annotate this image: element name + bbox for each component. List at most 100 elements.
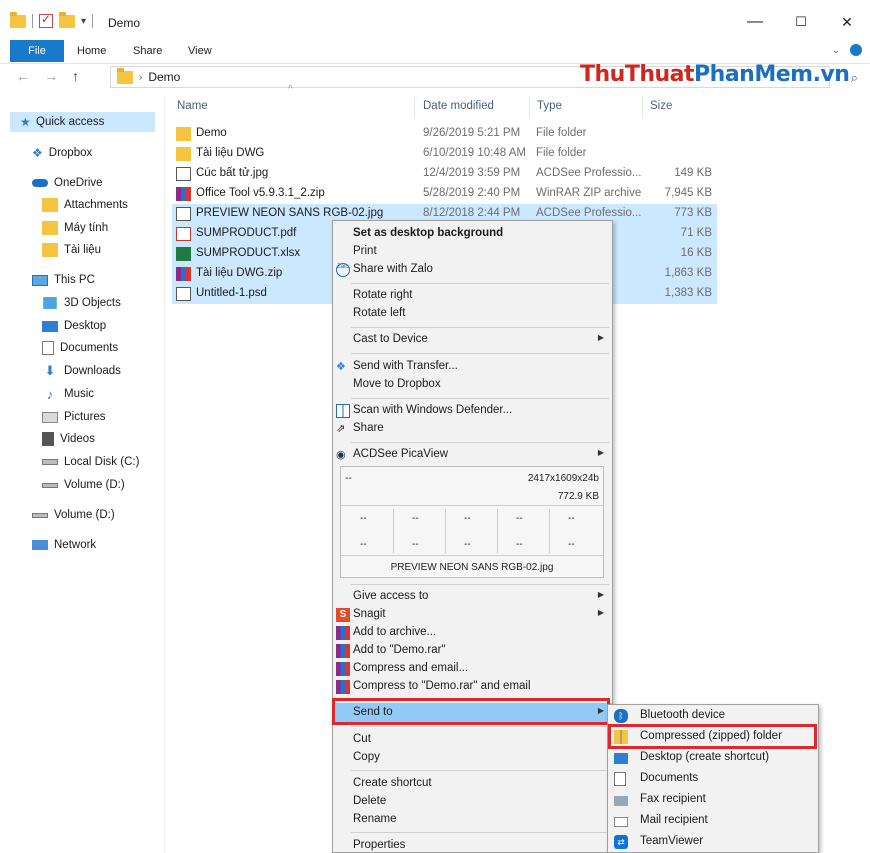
expand-ribbon-icon[interactable]: ⌄ — [832, 45, 840, 56]
menu-add-to-demo-rar[interactable]: Add to "Demo.rar" — [333, 641, 612, 661]
menu-print[interactable]: Print — [333, 242, 612, 262]
file-row[interactable]: Cúc bất tử.jpg 12/4/2019 3:59 PM ACDSee … — [172, 164, 717, 184]
column-header-type[interactable]: Type — [537, 100, 562, 112]
menu-label: Properties — [353, 839, 406, 851]
nav-attachments[interactable]: Attachments — [42, 195, 128, 215]
breadcrumb-demo[interactable]: Demo — [148, 70, 180, 84]
menu-acdsee-picaview[interactable]: ◉ ACDSee PicaView ▶ — [333, 445, 612, 465]
properties-icon[interactable] — [39, 12, 53, 28]
sendto-mail[interactable]: Mail recipient — [608, 811, 818, 832]
column-header-size[interactable]: Size — [650, 100, 672, 112]
nav-onedrive[interactable]: OneDrive — [32, 173, 103, 193]
maximize-button[interactable]: ☐ — [778, 10, 824, 34]
menu-copy[interactable]: Copy — [333, 748, 612, 768]
menu-compress-and-email[interactable]: Compress and email... — [333, 659, 612, 679]
menu-properties[interactable]: Properties — [333, 836, 612, 853]
minimize-button[interactable]: — — [732, 10, 778, 34]
preview-filename: PREVIEW NEON SANS RGB-02.jpg — [390, 562, 554, 573]
sendto-documents[interactable]: Documents — [608, 769, 818, 790]
video-icon — [42, 432, 54, 446]
menu-share-with-zalo[interactable]: Zalo Share with Zalo — [333, 260, 612, 280]
menu-move-to-dropbox[interactable]: Move to Dropbox — [333, 375, 612, 395]
nav-volume-d-2[interactable]: Volume (D:) — [32, 505, 115, 525]
menu-delete[interactable]: Delete — [333, 792, 612, 812]
menu-rotate-right[interactable]: Rotate right — [333, 286, 612, 306]
menu-rename[interactable]: Rename — [333, 810, 612, 830]
preview-cell: -- — [360, 513, 367, 524]
menu-label: Compress and email... — [353, 662, 469, 674]
nav-label: Documents — [60, 342, 119, 354]
nav-volume-d[interactable]: Volume (D:) — [42, 475, 125, 495]
tab-share[interactable]: Share — [133, 40, 162, 62]
help-icon[interactable] — [850, 44, 862, 56]
nav-3d-objects[interactable]: 3D Objects — [42, 293, 121, 313]
menu-divider — [351, 442, 609, 443]
menu-label: Share — [353, 422, 384, 434]
sendto-teamviewer[interactable]: ⇄ TeamViewer — [608, 832, 818, 853]
menu-snagit[interactable]: S Snagit ▶ — [333, 605, 612, 625]
column-divider[interactable] — [529, 96, 530, 118]
nav-this-pc[interactable]: This PC — [32, 270, 95, 290]
file-date: 12/4/2019 3:59 PM — [423, 167, 521, 179]
file-row[interactable]: Tài liệu DWG 6/10/2019 10:48 AM File fol… — [172, 144, 717, 164]
nav-local-disk-c[interactable]: Local Disk (C:) — [42, 452, 139, 472]
column-header-date[interactable]: Date modified — [423, 100, 494, 112]
menu-compress-to-demo-rar-email[interactable]: Compress to "Demo.rar" and email — [333, 677, 612, 697]
menu-share[interactable]: ⇗ Share — [333, 419, 612, 439]
new-folder-icon[interactable] — [59, 11, 75, 28]
menu-label: Send with Transfer... — [353, 360, 458, 372]
nav-network[interactable]: Network — [32, 535, 96, 555]
nav-quick-access[interactable]: ★ Quick access — [10, 112, 155, 132]
nav-dropbox[interactable]: ❖ Dropbox — [32, 143, 92, 163]
watermark-part1: ThuThuat — [580, 62, 695, 87]
menu-cast-to-device[interactable]: Cast to Device ▶ — [333, 330, 612, 350]
menu-label: Desktop (create shortcut) — [640, 751, 770, 763]
column-divider[interactable] — [642, 96, 643, 118]
sendto-fax[interactable]: Fax recipient — [608, 790, 818, 811]
cube-icon — [43, 297, 57, 309]
preview-cell: -- — [516, 539, 523, 550]
breadcrumb-separator[interactable]: › — [139, 72, 142, 83]
menu-add-to-archive[interactable]: Add to archive... — [333, 623, 612, 643]
drive-icon — [42, 482, 58, 488]
file-row[interactable]: Office Tool v5.9.3.1_2.zip 5/28/2019 2:4… — [172, 184, 717, 204]
file-name: Tài liệu DWG.zip — [196, 267, 283, 279]
menu-give-access-to[interactable]: Give access to ▶ — [333, 587, 612, 607]
nav-pictures[interactable]: Pictures — [42, 407, 106, 427]
nav-label: Volume (D:) — [54, 509, 115, 521]
nav-documents[interactable]: Documents — [42, 338, 118, 358]
nav-music[interactable]: ♪ Music — [42, 384, 94, 404]
back-icon[interactable]: ← — [16, 68, 30, 84]
highlight-send-to — [332, 698, 610, 725]
nav-tai-lieu[interactable]: Tài liệu — [42, 240, 101, 260]
tab-home[interactable]: Home — [77, 40, 106, 62]
nav-may-tinh[interactable]: Máy tính — [42, 218, 108, 238]
menu-label: Move to Dropbox — [353, 378, 441, 390]
menu-create-shortcut[interactable]: Create shortcut — [333, 774, 612, 794]
file-date: 8/12/2018 2:44 PM — [423, 207, 521, 219]
menu-label: ACDSee PicaView — [353, 448, 449, 460]
menu-rotate-left[interactable]: Rotate left — [333, 304, 612, 324]
menu-send-with-transfer[interactable]: ❖ Send with Transfer... — [333, 357, 612, 377]
menu-cut[interactable]: Cut — [333, 730, 612, 750]
divider — [445, 509, 446, 553]
nav-label: Attachments — [64, 199, 128, 211]
nav-videos[interactable]: Videos — [42, 429, 95, 449]
file-row[interactable]: Demo 9/26/2019 5:21 PM File folder — [172, 124, 717, 144]
column-divider[interactable] — [414, 96, 415, 118]
nav-desktop[interactable]: Desktop — [42, 316, 106, 336]
fax-icon — [614, 796, 628, 806]
column-header-name[interactable]: Name — [177, 100, 208, 112]
sendto-desktop[interactable]: Desktop (create shortcut) — [608, 748, 818, 769]
menu-set-desktop-background[interactable]: Set as desktop background — [333, 224, 612, 244]
tab-view[interactable]: View — [188, 40, 212, 62]
forward-icon[interactable]: → — [44, 68, 58, 84]
nav-downloads[interactable]: ⬇ Downloads — [42, 361, 121, 381]
customize-toolbar-icon[interactable]: ▾ — [81, 16, 86, 27]
search-icon[interactable]: ⌕ — [851, 70, 858, 86]
winrar-icon — [176, 187, 191, 201]
up-icon[interactable]: ↑ — [72, 68, 79, 84]
tab-file[interactable]: File — [10, 40, 64, 62]
menu-scan-defender[interactable]: Scan with Windows Defender... — [333, 401, 612, 421]
close-button[interactable]: ✕ — [824, 10, 870, 34]
